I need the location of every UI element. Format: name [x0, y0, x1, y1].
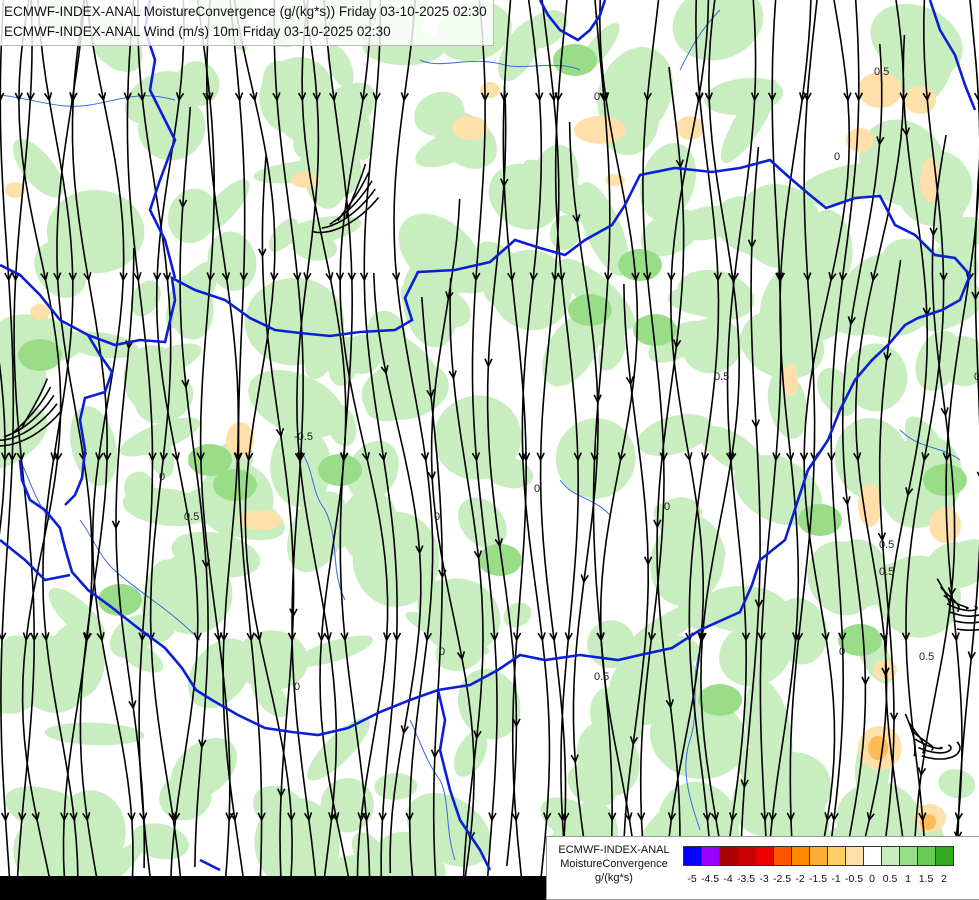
legend-tick-label: 2 [941, 873, 947, 885]
legend-tick-label: -2 [795, 873, 805, 885]
legend-tick-label: -3.5 [736, 873, 756, 885]
legend-swatch [809, 846, 828, 866]
contour-label: 0.5 [879, 566, 894, 578]
legend-swatch [863, 846, 882, 866]
contour-label: 0 [839, 646, 845, 658]
legend-swatches [683, 846, 954, 866]
strong-convergence-area [318, 454, 362, 486]
contour-label: 0 [294, 681, 300, 693]
contour-label: 0.5 [184, 511, 199, 523]
legend-model: ECMWF-INDEX-ANAL [558, 844, 670, 856]
strong-convergence-area [618, 249, 662, 281]
divergence-area [452, 116, 488, 140]
contour-label: 0 [974, 371, 979, 383]
title-moisture-convergence: ECMWF-INDEX-ANAL MoistureConvergence (g/… [4, 4, 487, 19]
legend-title: ECMWF-INDEX-ANAL MoistureConvergence g/(… [547, 843, 681, 885]
contour-label: 0 [159, 471, 165, 483]
contour-label: 0.5 [714, 371, 729, 383]
legend-ticks: -5 -4.5 -4 -3.5 -3 -2.5 -2 -1.5 -1 -0.5 0 0.5 1 1.5 2 [683, 873, 973, 887]
legend-tick-label: -1 [831, 873, 841, 885]
contour-label: 0.5 [874, 66, 889, 78]
legend-swatch [899, 846, 918, 866]
strong-convergence-area [698, 684, 742, 716]
legend-swatch [701, 846, 720, 866]
legend-swatch [737, 846, 756, 866]
map-title: ECMWF-INDEX-ANAL MoistureConvergence (g/… [0, 0, 494, 46]
legend-swatch [719, 846, 738, 866]
legend-tick-label: 1.5 [918, 873, 934, 885]
legend-tick-label: -4 [723, 873, 733, 885]
legend-tick-label: -0.5 [844, 873, 864, 885]
legend-tick-label: -5 [687, 873, 697, 885]
legend-swatch [881, 846, 900, 866]
legend-swatch [683, 846, 702, 866]
legend-unit: g/(kg*s) [595, 872, 633, 884]
contour-label: 0 [534, 483, 540, 495]
title-wind: ECMWF-INDEX-ANAL Wind (m/s) 10m Friday 0… [4, 24, 391, 39]
legend-swatch [935, 846, 954, 866]
convergence-area [844, 343, 908, 412]
divergence-area [846, 128, 874, 152]
divergence-area [929, 507, 961, 543]
contour-label: 0 [439, 646, 445, 658]
contour-label: 0 [834, 151, 840, 163]
legend-swatch [791, 846, 810, 866]
legend-tick-label: 0 [869, 873, 875, 885]
strong-divergence-area [868, 736, 888, 760]
weather-map: 0.5 0 0 0.5 0 0.5 0 0.5 0 -0.5 0 0.5 0 0.5 0 0 0.5 0 [0, 0, 979, 900]
legend-tick-label: -3 [759, 873, 769, 885]
divergence-area [574, 116, 626, 144]
legend-swatch [773, 846, 792, 866]
legend-parameter: MoistureConvergence [560, 858, 668, 870]
legend-tick-label: -2.5 [772, 873, 792, 885]
legend-tick-label: -4.5 [700, 873, 720, 885]
divergence-area [30, 304, 50, 320]
legend-swatch [917, 846, 936, 866]
divergence-area [291, 172, 319, 188]
legend-tick-label: 0.5 [882, 873, 898, 885]
contour-label: -0.5 [294, 431, 313, 443]
contour-label: 0 [594, 91, 600, 103]
contour-label: 0 [664, 501, 670, 513]
legend-tick-label: 1 [905, 873, 911, 885]
legend-tick-label: -1.5 [808, 873, 828, 885]
legend-swatch [755, 846, 774, 866]
legend-swatch [827, 846, 846, 866]
color-legend: ECMWF-INDEX-ANAL MoistureConvergence g/(… [546, 836, 979, 900]
contour-label: 0.5 [919, 651, 934, 663]
strong-convergence-area [923, 464, 967, 496]
contour-label: 0.5 [879, 539, 894, 551]
strong-convergence-area [18, 339, 62, 371]
legend-swatch [845, 846, 864, 866]
divergence-area [676, 116, 704, 140]
contour-label: 0 [434, 511, 440, 523]
contour-label: 0.5 [594, 671, 609, 683]
divergence-area [904, 86, 936, 114]
